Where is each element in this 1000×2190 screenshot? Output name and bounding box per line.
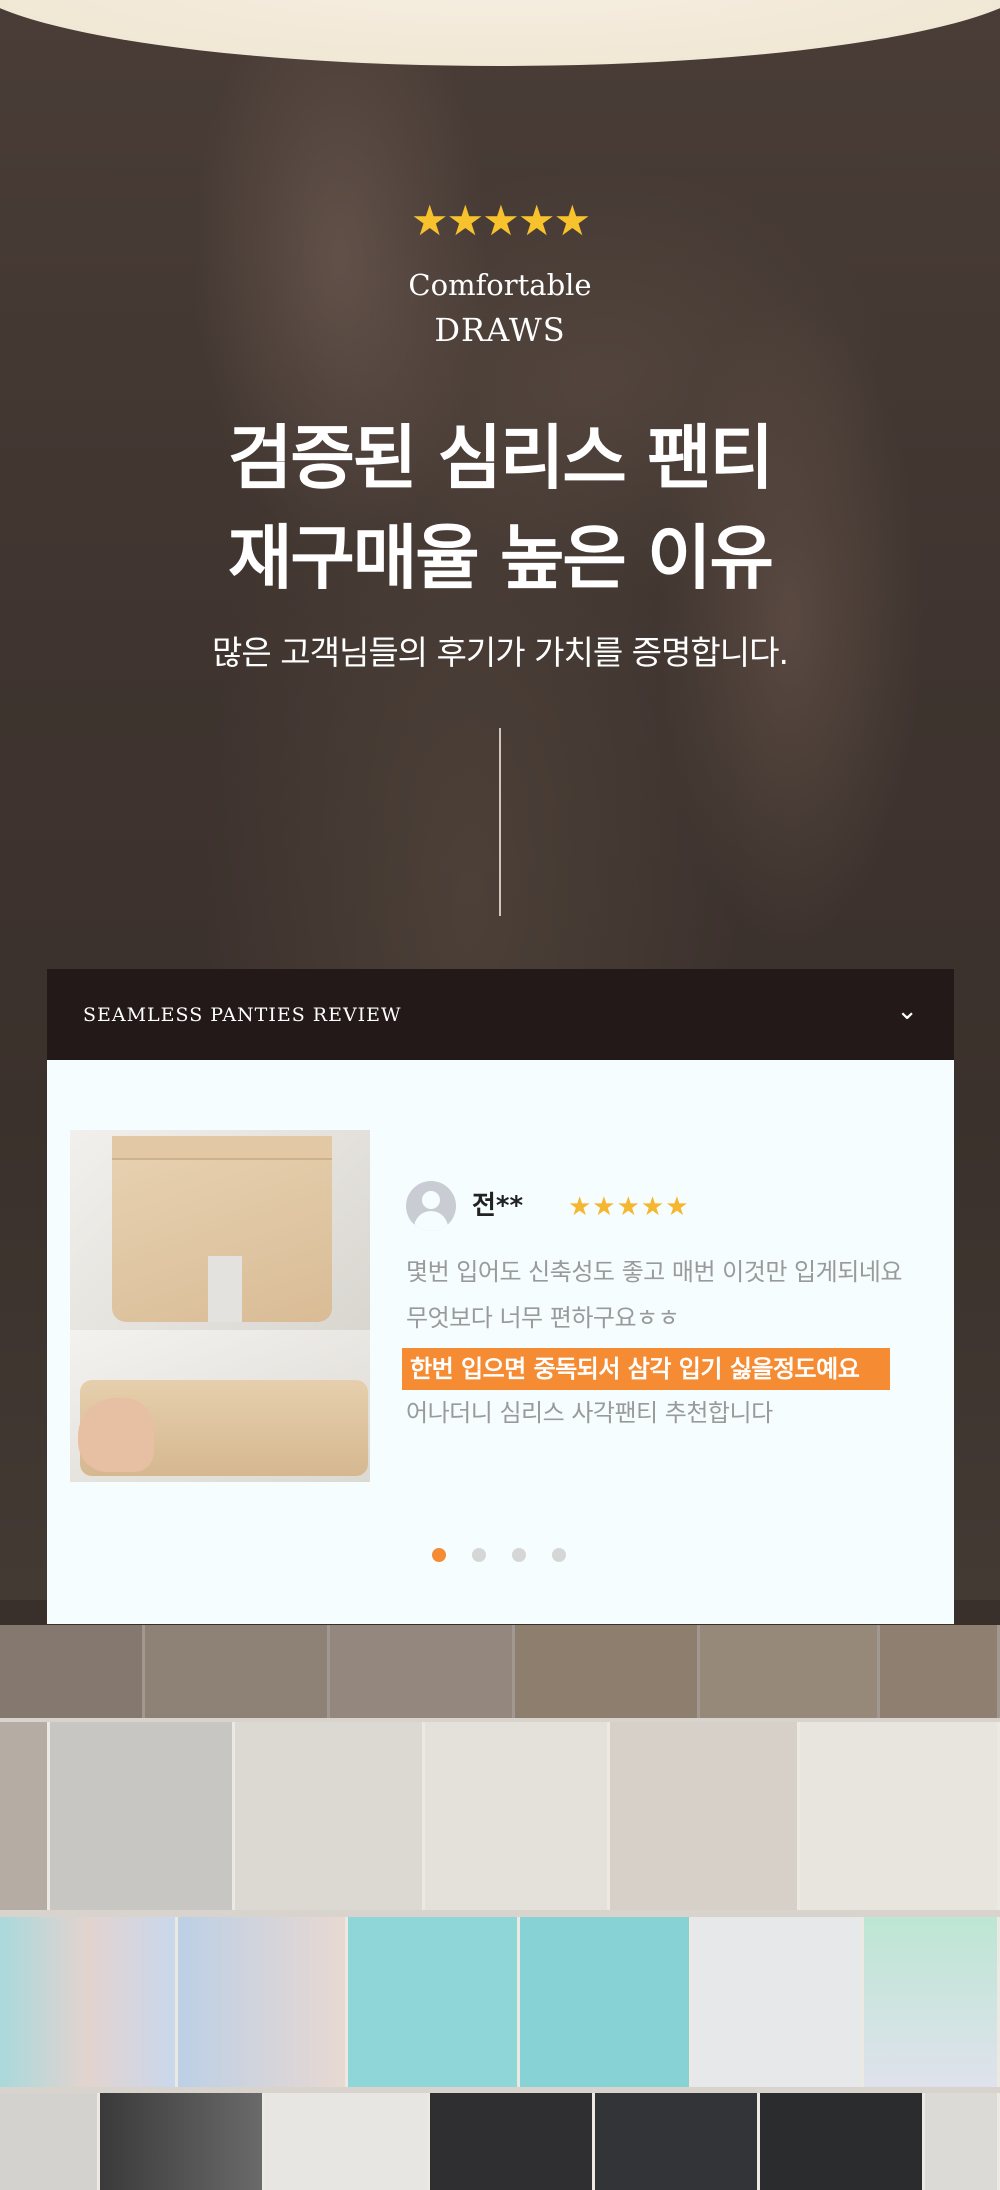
collage-photo — [0, 1722, 50, 1910]
review-photo[interactable] — [70, 1130, 370, 1482]
collage-photo — [235, 1722, 425, 1910]
waistband — [112, 1136, 332, 1160]
hero-headline: 검증된 심리스 팬티 재구매율 높은 이유 — [0, 408, 1000, 608]
avatar-body — [414, 1211, 448, 1231]
review-rating-stars: ★★★★★ — [568, 1192, 690, 1222]
review-text-line: 어나더니 심리스 사각팬티 추천합니다 — [406, 1399, 773, 1427]
boxer-shorts-image — [112, 1136, 332, 1322]
collage-photo — [348, 1917, 520, 2087]
collage-row-4 — [0, 2093, 1000, 2190]
collage-photo — [520, 1917, 692, 2087]
collage-photo — [760, 2093, 925, 2190]
leg-gap — [208, 1256, 242, 1322]
collage-photo — [925, 2093, 1000, 2190]
avatar-head — [422, 1191, 440, 1209]
collage-photo — [100, 2093, 265, 2190]
avatar — [406, 1181, 456, 1231]
hero-subtitle: 많은 고객님들의 후기가 가치를 증명합니다. — [212, 633, 789, 672]
review-panel-header[interactable]: SEAMLESS PANTIES REVIEW ⌄ — [47, 969, 954, 1060]
review-text-line: 무엇보다 너무 편하구요ㅎㅎ — [406, 1304, 680, 1332]
carousel-dot-1[interactable] — [432, 1548, 446, 1562]
headline-line1: 검증된 심리스 팬티 — [228, 417, 774, 499]
collage-row-3 — [0, 1917, 1000, 2087]
chevron-down-icon[interactable]: ⌄ — [896, 993, 918, 1029]
brand-name-line2: DRAWS — [434, 311, 566, 349]
review-photo-collage — [0, 1625, 1000, 2190]
collage-shade — [0, 1625, 1000, 1718]
hand-image — [78, 1398, 154, 1472]
review-text-line: 몇번 입어도 신축성도 좋고 매번 이것만 입게되네요 — [406, 1258, 902, 1286]
review-highlight: 한번 입으면 중독되서 삼각 입기 싫을정도예요 — [402, 1348, 890, 1390]
collage-photo — [864, 1917, 1000, 2087]
carousel-dot-3[interactable] — [512, 1548, 526, 1562]
carousel-dot-2[interactable] — [472, 1548, 486, 1562]
headline-line2: 재구매율 높은 이유 — [228, 517, 774, 599]
collage-photo — [265, 2093, 430, 2190]
collage-row-2 — [0, 1722, 1000, 1910]
collage-photo — [0, 1917, 178, 2087]
collage-photo — [178, 1917, 348, 2087]
divider-line — [499, 728, 501, 916]
collage-photo — [430, 2093, 595, 2190]
collage-photo — [425, 1722, 610, 1910]
reviewer-name: 전** — [472, 1191, 524, 1221]
collage-photo — [692, 1917, 864, 2087]
review-panel-title: SEAMLESS PANTIES REVIEW — [83, 1004, 402, 1026]
review-highlight-text: 한번 입으면 중독되서 삼각 입기 싫을정도예요 — [410, 1355, 860, 1383]
collage-photo — [610, 1722, 800, 1910]
collage-photo — [50, 1722, 235, 1910]
collage-photo — [595, 2093, 760, 2190]
collage-photo — [0, 2093, 100, 2190]
hero-rating-stars: ★★★★★ — [410, 196, 591, 245]
carousel-pagination — [0, 1548, 1000, 1568]
brand-name-line1: Comfortable — [408, 268, 592, 302]
carousel-dot-4[interactable] — [552, 1548, 566, 1562]
collage-photo — [800, 1722, 1000, 1910]
